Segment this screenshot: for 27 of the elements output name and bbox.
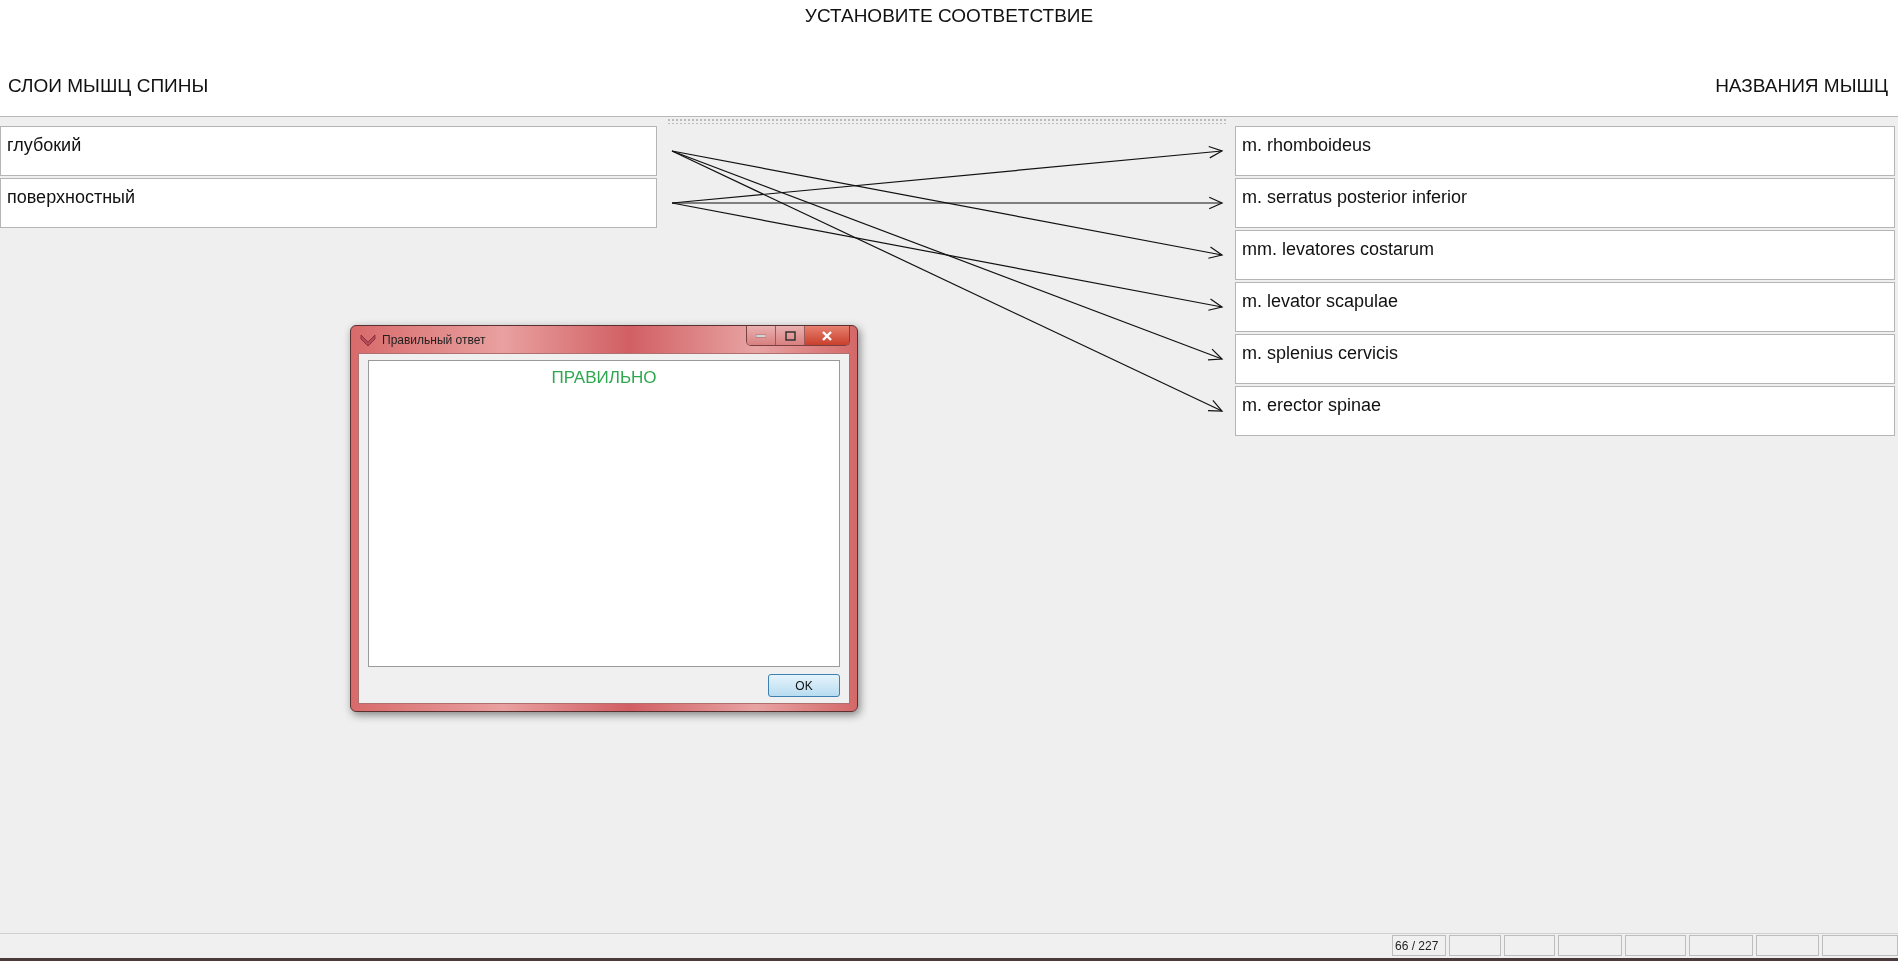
minimize-icon [756,333,766,338]
match-item[interactable]: m. erector spinae [1235,386,1895,436]
match-item[interactable]: m. rhomboideus [1235,126,1895,176]
chevron-icon [360,332,376,347]
match-item[interactable]: глубокий [0,126,657,176]
status-panel [1449,935,1501,956]
column-heading: НАЗВАНИЯ МЫШЦ [1715,75,1888,97]
match-item[interactable]: поверхностный [0,178,657,228]
page-title: УСТАНОВИТЕ СООТВЕТСТВИЕ [803,4,1095,27]
match-item[interactable]: mm. levatores costarum [1235,230,1895,280]
close-button[interactable] [804,326,849,345]
maximize-button[interactable] [775,326,804,345]
match-item[interactable]: m. splenius cervicis [1235,334,1895,384]
dialog-title: Правильный ответ [382,332,486,347]
status-panel [1504,935,1555,956]
match-item[interactable]: m. serratus posterior inferior [1235,178,1895,228]
result-message: ПРАВИЛЬНО [551,368,657,388]
status-panel [1558,935,1622,956]
column-heading: СЛОИ МЫШЦ СПИНЫ [8,75,209,97]
close-icon [821,330,833,341]
status-counter: 66 / 227 [1392,935,1446,956]
status-panel [1756,935,1819,956]
status-panel [1689,935,1753,956]
maximize-icon [784,330,796,341]
status-panel [1625,935,1686,956]
ok-button[interactable]: OK [768,674,840,697]
match-item[interactable]: m. levator scapulae [1235,282,1895,332]
